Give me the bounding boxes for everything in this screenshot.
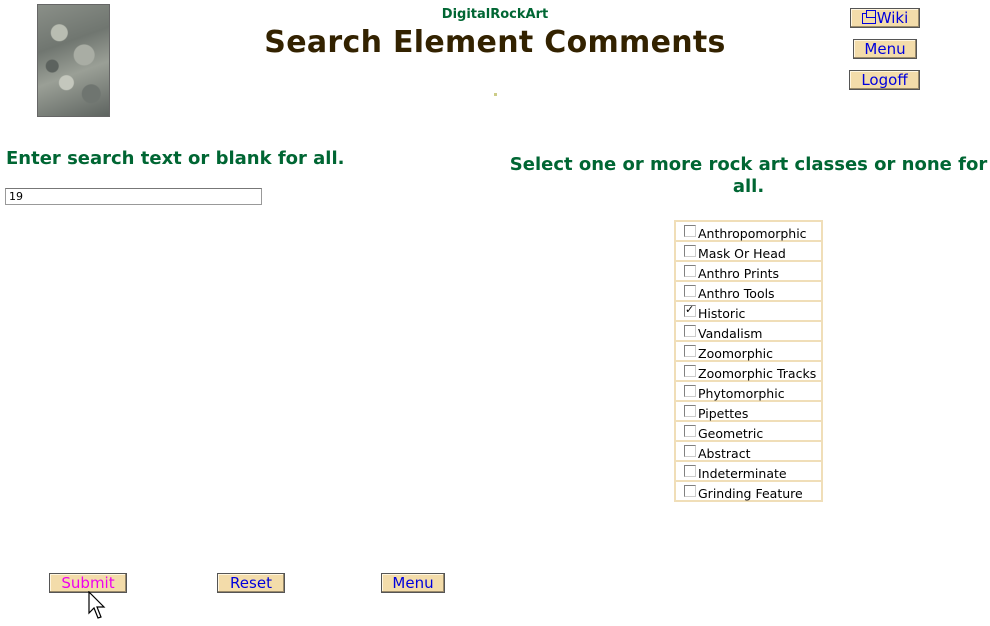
class-checkbox[interactable] — [684, 344, 696, 357]
class-label: Pipettes — [698, 405, 749, 421]
class-row: Historic — [674, 300, 823, 322]
class-label: Grinding Feature — [698, 485, 803, 501]
reset-button[interactable]: Reset — [217, 573, 285, 593]
logoff-button[interactable]: Logoff — [849, 70, 920, 90]
class-label: Indeterminate — [698, 465, 787, 481]
class-label: Mask Or Head — [698, 245, 786, 261]
class-label: Anthro Prints — [698, 265, 780, 281]
wiki-button-label: Wiki — [876, 9, 909, 27]
class-row: Vandalism — [674, 320, 823, 342]
class-checkbox[interactable] — [684, 264, 696, 277]
class-row: Phytomorphic — [674, 380, 823, 402]
external-window-icon — [861, 10, 876, 24]
class-label: Phytomorphic — [698, 385, 785, 401]
class-label: Anthro Tools — [698, 285, 775, 301]
rock-art-class-list: Anthropomorphic Mask Or Head Anthro Prints… — [674, 220, 823, 502]
class-label: Vandalism — [698, 325, 763, 341]
class-row: Zoomorphic — [674, 340, 823, 362]
class-checkbox[interactable] — [684, 464, 696, 477]
class-checkbox[interactable] — [684, 364, 696, 377]
class-checkbox[interactable] — [684, 284, 696, 297]
menu-button-bottom[interactable]: Menu — [381, 573, 445, 593]
class-checkbox[interactable] — [684, 244, 696, 257]
class-checkbox[interactable] — [684, 484, 696, 497]
class-row: Pipettes — [674, 400, 823, 422]
class-label: Geometric — [698, 425, 764, 441]
class-checkbox[interactable] — [684, 424, 696, 437]
class-checkbox[interactable] — [684, 304, 696, 317]
decorative-dot — [494, 93, 497, 96]
class-checkbox[interactable] — [684, 384, 696, 397]
class-row: Anthro Tools — [674, 280, 823, 302]
search-input[interactable] — [5, 188, 262, 205]
classes-heading: Select one or more rock art classes or n… — [509, 154, 988, 197]
mouse-cursor-icon — [88, 591, 106, 619]
class-label: Zoomorphic Tracks — [698, 365, 817, 381]
site-name: DigitalRockArt — [441, 7, 549, 22]
class-row: Mask Or Head — [674, 240, 823, 262]
class-row: Zoomorphic Tracks — [674, 360, 823, 382]
class-row: Anthropomorphic — [674, 220, 823, 242]
class-label: Anthropomorphic — [698, 225, 807, 241]
class-checkbox[interactable] — [684, 324, 696, 337]
class-label: Historic — [698, 305, 746, 321]
class-label: Abstract — [698, 445, 751, 461]
page-title: Search Element Comments — [264, 25, 726, 60]
menu-button-top[interactable]: Menu — [853, 39, 917, 59]
wiki-button[interactable]: Wiki — [850, 8, 920, 28]
class-row: Indeterminate — [674, 460, 823, 482]
class-row: Abstract — [674, 440, 823, 462]
class-row: Grinding Feature — [674, 480, 823, 502]
class-checkbox[interactable] — [684, 404, 696, 417]
submit-button[interactable]: Submit — [49, 573, 127, 593]
search-heading: Enter search text or blank for all. — [6, 148, 345, 169]
class-checkbox[interactable] — [684, 444, 696, 457]
class-label: Zoomorphic — [698, 345, 774, 361]
class-row: Anthro Prints — [674, 260, 823, 282]
class-row: Geometric — [674, 420, 823, 442]
class-checkbox[interactable] — [684, 224, 696, 237]
